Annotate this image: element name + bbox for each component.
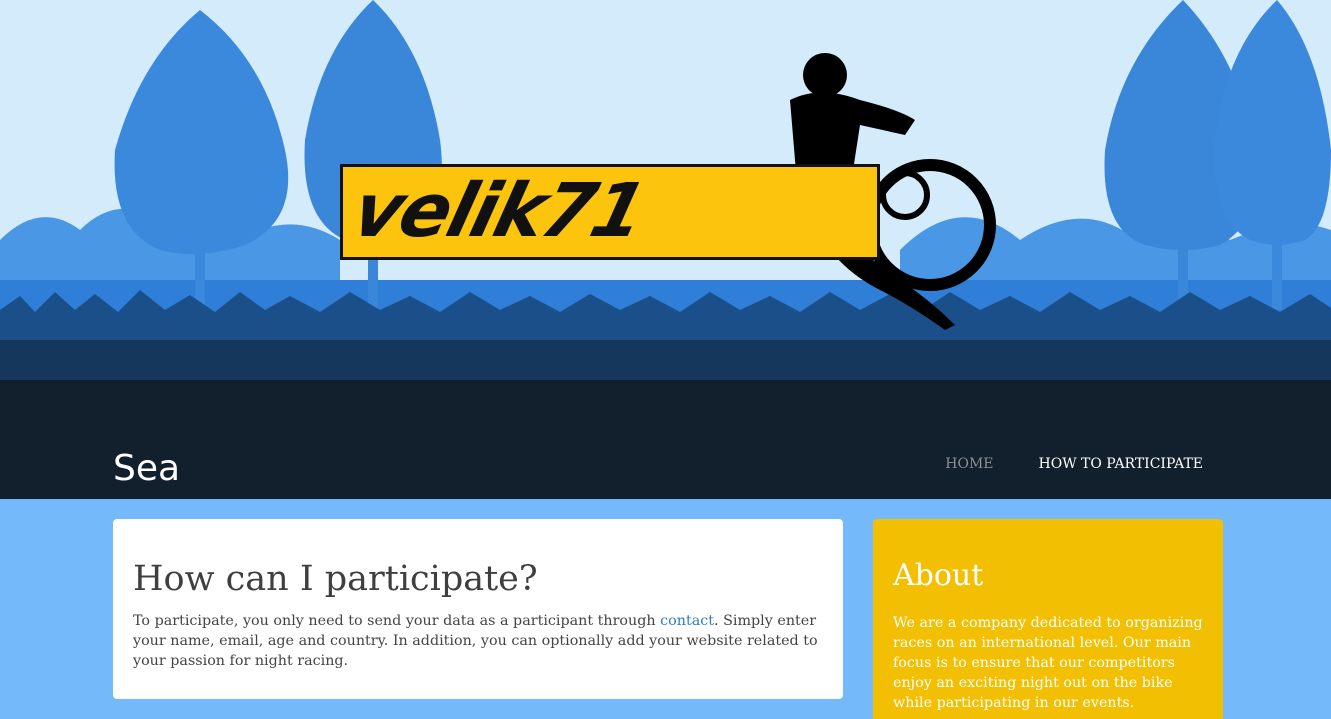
site-logo[interactable]: velik71: [340, 164, 880, 260]
main-navigation: HOME HOW TO PARTICIPATE: [945, 455, 1203, 473]
participation-card: How can I participate? To participate, y…: [113, 519, 843, 699]
site-title[interactable]: Sea: [113, 447, 180, 491]
page-heading: How can I participate?: [133, 559, 538, 599]
about-text: We are a company dedicated to organizing…: [893, 615, 1203, 711]
about-heading: About: [893, 558, 984, 593]
about-sidebar: About We are a company dedicated to orga…: [873, 519, 1223, 719]
logo-text: velik71: [344, 168, 654, 254]
paragraph-before-link: To participate, you only need to send yo…: [133, 613, 661, 629]
nav-home[interactable]: HOME: [945, 455, 993, 473]
nav-how-to-participate[interactable]: HOW TO PARTICIPATE: [1039, 455, 1203, 473]
contact-link[interactable]: contact: [660, 613, 714, 629]
participation-text: To participate, you only need to send yo…: [133, 611, 823, 671]
header-banner: velik71 Sea HOME HOW TO PARTICIPATE: [0, 0, 1331, 499]
